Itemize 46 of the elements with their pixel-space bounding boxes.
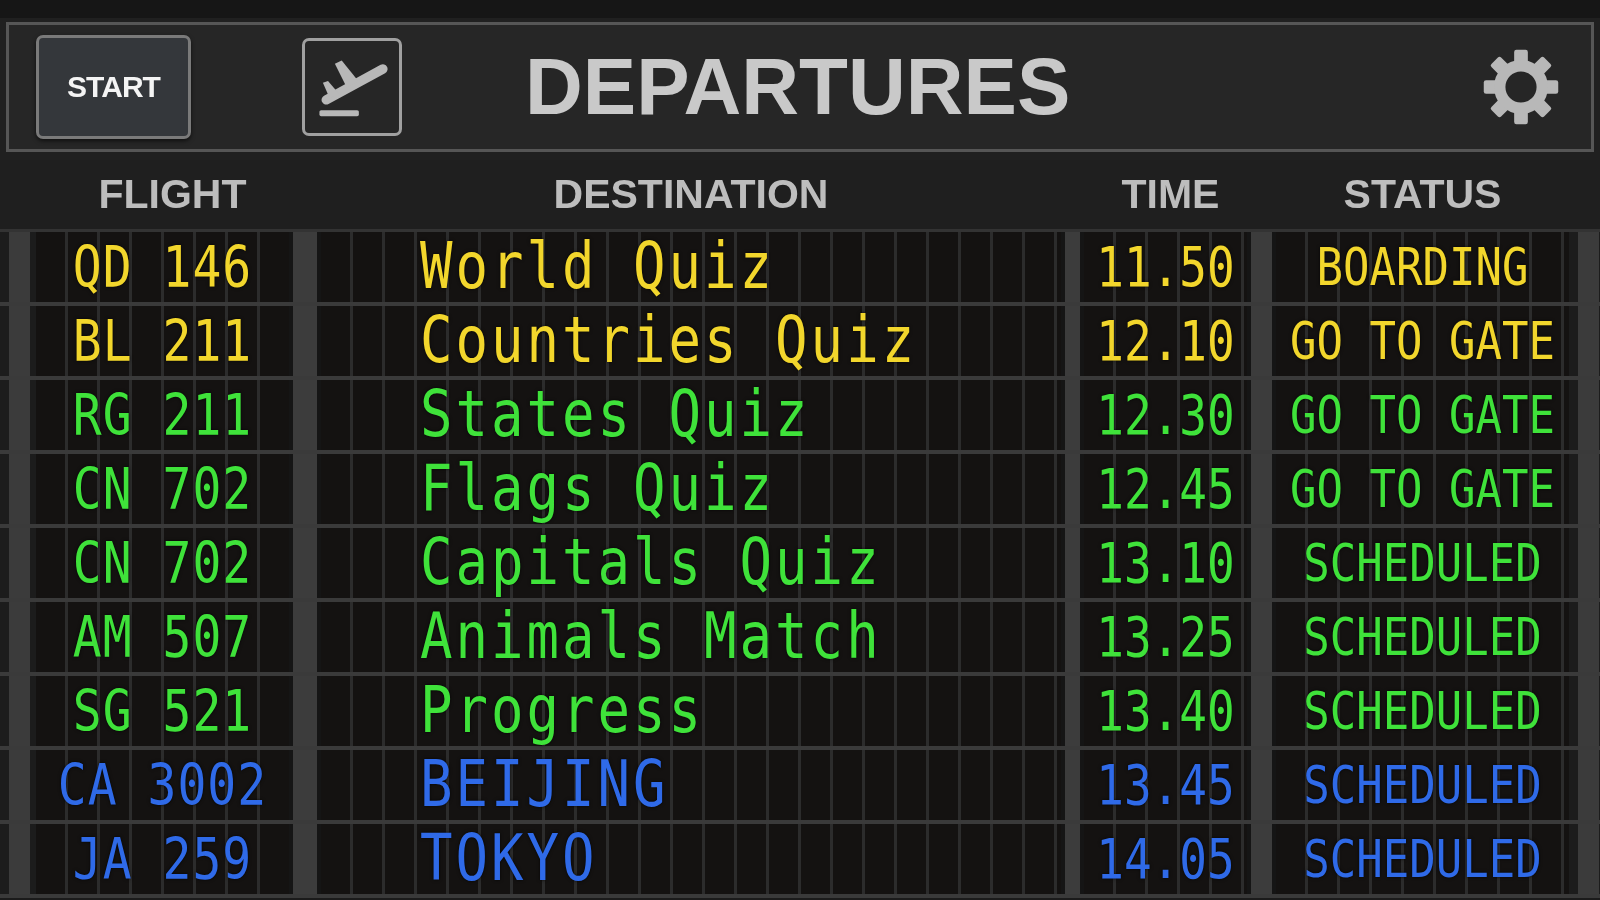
flight-number: SG 521 <box>72 681 253 741</box>
flight-status: SCHEDULED <box>1303 831 1542 887</box>
departure-time: 14.05 <box>1096 830 1235 888</box>
departure-time: 12.45 <box>1096 460 1235 518</box>
board-title: DEPARTURES <box>525 47 1071 127</box>
flight-number: AM 507 <box>72 607 253 667</box>
departures-button[interactable] <box>302 38 402 136</box>
flight-number: CN 702 <box>72 533 253 593</box>
departure-time: 12.10 <box>1096 312 1235 370</box>
destination-name: Animals Match <box>420 603 882 671</box>
column-header: FLIGHT <box>98 174 247 215</box>
departure-time: 11.50 <box>1096 238 1235 296</box>
flight-status: SCHEDULED <box>1303 757 1542 813</box>
departure-time: 13.25 <box>1096 608 1235 666</box>
departure-time: 13.45 <box>1096 756 1235 814</box>
flight-number: QD 146 <box>72 237 253 297</box>
flight-status: GO TO GATE <box>1290 387 1555 443</box>
departure-time: 13.40 <box>1096 682 1235 740</box>
destination-name: Flags Quiz <box>420 455 776 523</box>
flight-number: CN 702 <box>72 459 253 519</box>
departure-time: 12.30 <box>1096 386 1235 444</box>
destination-name: BEIJING <box>420 751 669 819</box>
departure-time: 13.10 <box>1096 534 1235 592</box>
flight-status: SCHEDULED <box>1303 683 1542 739</box>
destination-name: Capitals Quiz <box>420 529 882 597</box>
flight-number: RG 211 <box>72 385 253 445</box>
flight-status: SCHEDULED <box>1303 609 1542 665</box>
board-edge <box>1569 232 1600 302</box>
destination-name: World Quiz <box>420 233 776 301</box>
flight-status: SCHEDULED <box>1303 535 1542 591</box>
column-header: TIME <box>1121 174 1220 215</box>
flight-number: CA 3002 <box>57 755 268 815</box>
destination-name: States Quiz <box>420 381 811 449</box>
board-edge <box>0 232 36 302</box>
flight-number: JA 259 <box>72 829 253 889</box>
destination-name: Progress <box>420 677 705 745</box>
column-header: DESTINATION <box>553 174 829 215</box>
start-button[interactable]: START <box>36 35 191 139</box>
flight-status: BOARDING <box>1316 239 1529 295</box>
destination-name: Countries Quiz <box>420 307 918 375</box>
settings-icon[interactable] <box>1483 49 1559 125</box>
destination-name: TOKYO <box>420 825 598 893</box>
flight-status: GO TO GATE <box>1290 461 1555 517</box>
flight-number: BL 211 <box>72 311 253 371</box>
column-header: STATUS <box>1343 174 1502 215</box>
flight-status: GO TO GATE <box>1290 313 1555 369</box>
